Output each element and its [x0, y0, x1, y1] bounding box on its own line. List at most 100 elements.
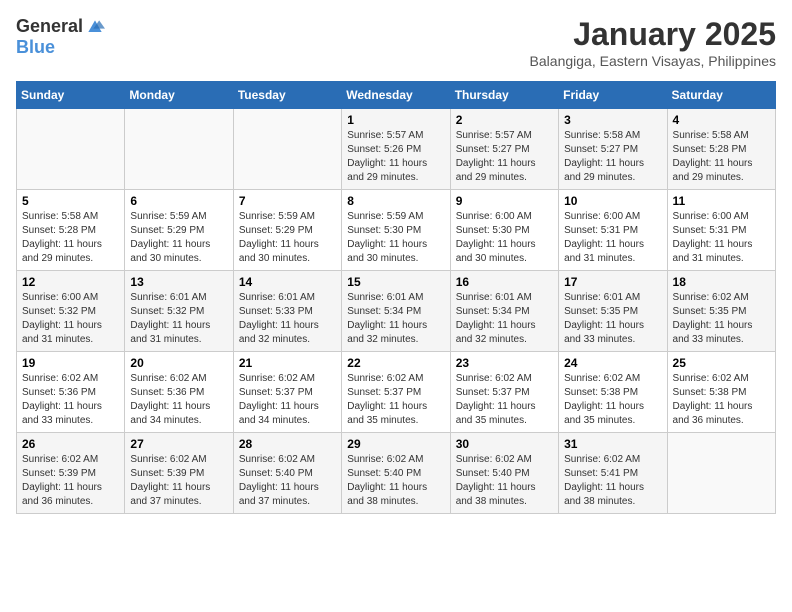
day-info: Sunrise: 6:02 AM Sunset: 5:35 PM Dayligh… [673, 291, 770, 347]
calendar-cell: 9Sunrise: 6:00 AM Sunset: 5:30 PM Daylig… [450, 190, 558, 271]
calendar-cell: 2Sunrise: 5:57 AM Sunset: 5:27 PM Daylig… [450, 109, 558, 190]
day-number: 6 [130, 194, 227, 208]
calendar-cell: 22Sunrise: 6:02 AM Sunset: 5:37 PM Dayli… [342, 352, 450, 433]
day-number: 18 [673, 275, 770, 289]
calendar-cell: 28Sunrise: 6:02 AM Sunset: 5:40 PM Dayli… [233, 433, 341, 514]
calendar-cell [125, 109, 233, 190]
day-number: 3 [564, 113, 661, 127]
calendar-cell: 6 Sunrise: 5:59 AM Sunset: 5:29 PM Daylig… [125, 190, 233, 271]
calendar-cell: 19 Sunrise: 6:02 AM Sunset: 5:36 PM Dayli… [17, 352, 125, 433]
calendar-cell: 20 Sunrise: 6:02 AM Sunset: 5:36 PM Dayli… [125, 352, 233, 433]
day-info: Sunrise: 6:02 AM Sunset: 5:39 PM Dayligh… [130, 453, 227, 509]
month-title: January 2025 [530, 16, 776, 53]
day-info: Sunrise: 6:02 AM Sunset: 5:36 PM Dayligh… [22, 372, 119, 428]
day-info: Sunrise: 5:59 AM Sunset: 5:29 PM Dayligh… [130, 210, 227, 266]
calendar-cell: 7 Sunrise: 5:59 AM Sunset: 5:29 PM Daylig… [233, 190, 341, 271]
page-header: General Blue January 2025 Balangiga, Eas… [16, 16, 776, 69]
calendar-cell: 17 Sunrise: 6:01 AM Sunset: 5:35 PM Dayli… [559, 271, 667, 352]
day-info: Sunrise: 6:01 AM Sunset: 5:32 PM Dayligh… [130, 291, 227, 347]
day-number: 17 [564, 275, 661, 289]
day-info: Sunrise: 6:02 AM Sunset: 5:37 PM Dayligh… [456, 372, 553, 428]
day-info: Sunrise: 6:02 AM Sunset: 5:40 PM Dayligh… [347, 453, 444, 509]
day-number: 4 [673, 113, 770, 127]
day-info: Sunrise: 5:58 AM Sunset: 5:28 PM Dayligh… [22, 210, 119, 266]
day-info: Sunrise: 6:01 AM Sunset: 5:35 PM Dayligh… [564, 291, 661, 347]
calendar-cell: 12 Sunrise: 6:00 AM Sunset: 5:32 PM Dayli… [17, 271, 125, 352]
day-number: 26 [22, 437, 119, 451]
day-info: Sunrise: 5:59 AM Sunset: 5:29 PM Dayligh… [239, 210, 336, 266]
weekday-header-sunday: Sunday [17, 82, 125, 109]
logo-general-text: General [16, 16, 83, 37]
day-number: 5 [22, 194, 119, 208]
calendar-body: 1 Sunrise: 5:57 AM Sunset: 5:26 PM Daylig… [17, 109, 776, 514]
calendar-week-4: 19 Sunrise: 6:02 AM Sunset: 5:36 PM Dayli… [17, 352, 776, 433]
day-number: 23 [456, 356, 553, 370]
weekday-header-tuesday: Tuesday [233, 82, 341, 109]
day-number: 1 [347, 113, 444, 127]
day-info: Sunrise: 5:58 AM Sunset: 5:27 PM Dayligh… [564, 129, 661, 185]
day-number: 19 [22, 356, 119, 370]
logo: General Blue [16, 16, 105, 58]
logo-icon [85, 17, 105, 37]
calendar-cell: 13 Sunrise: 6:01 AM Sunset: 5:32 PM Dayli… [125, 271, 233, 352]
calendar-cell [233, 109, 341, 190]
day-info: Sunrise: 6:02 AM Sunset: 5:38 PM Dayligh… [564, 372, 661, 428]
day-number: 25 [673, 356, 770, 370]
day-number: 21 [239, 356, 336, 370]
calendar-week-3: 12 Sunrise: 6:00 AM Sunset: 5:32 PM Dayli… [17, 271, 776, 352]
weekday-header-wednesday: Wednesday [342, 82, 450, 109]
weekday-header-thursday: Thursday [450, 82, 558, 109]
calendar-cell [17, 109, 125, 190]
calendar-cell: 24 Sunrise: 6:02 AM Sunset: 5:38 PM Dayli… [559, 352, 667, 433]
day-info: Sunrise: 6:01 AM Sunset: 5:33 PM Dayligh… [239, 291, 336, 347]
calendar-cell: 15 Sunrise: 6:01 AM Sunset: 5:34 PM Dayli… [342, 271, 450, 352]
day-info: Sunrise: 6:02 AM Sunset: 5:38 PM Dayligh… [673, 372, 770, 428]
calendar-cell: 21 Sunrise: 6:02 AM Sunset: 5:37 PM Dayli… [233, 352, 341, 433]
weekday-header-row: SundayMondayTuesdayWednesdayThursdayFrid… [17, 82, 776, 109]
weekday-header-saturday: Saturday [667, 82, 775, 109]
day-number: 31 [564, 437, 661, 451]
day-info: Sunrise: 5:57 AM Sunset: 5:27 PM Dayligh… [456, 129, 553, 185]
calendar-cell: 3 Sunrise: 5:58 AM Sunset: 5:27 PM Daylig… [559, 109, 667, 190]
day-number: 27 [130, 437, 227, 451]
calendar-cell: 16Sunrise: 6:01 AM Sunset: 5:34 PM Dayli… [450, 271, 558, 352]
day-info: Sunrise: 5:59 AM Sunset: 5:30 PM Dayligh… [347, 210, 444, 266]
calendar-cell: 14 Sunrise: 6:01 AM Sunset: 5:33 PM Dayli… [233, 271, 341, 352]
day-number: 12 [22, 275, 119, 289]
day-number: 24 [564, 356, 661, 370]
day-info: Sunrise: 6:02 AM Sunset: 5:36 PM Dayligh… [130, 372, 227, 428]
calendar-cell: 26 Sunrise: 6:02 AM Sunset: 5:39 PM Dayli… [17, 433, 125, 514]
day-info: Sunrise: 6:00 AM Sunset: 5:32 PM Dayligh… [22, 291, 119, 347]
day-number: 20 [130, 356, 227, 370]
calendar-table: SundayMondayTuesdayWednesdayThursdayFrid… [16, 81, 776, 514]
day-info: Sunrise: 6:02 AM Sunset: 5:37 PM Dayligh… [239, 372, 336, 428]
calendar-cell: 30Sunrise: 6:02 AM Sunset: 5:40 PM Dayli… [450, 433, 558, 514]
day-number: 13 [130, 275, 227, 289]
weekday-header-friday: Friday [559, 82, 667, 109]
calendar-week-1: 1 Sunrise: 5:57 AM Sunset: 5:26 PM Daylig… [17, 109, 776, 190]
day-number: 11 [673, 194, 770, 208]
logo-blue-text: Blue [16, 37, 55, 58]
calendar-cell: 31 Sunrise: 6:02 AM Sunset: 5:41 PM Dayli… [559, 433, 667, 514]
calendar-cell: 25 Sunrise: 6:02 AM Sunset: 5:38 PM Dayli… [667, 352, 775, 433]
day-number: 30 [456, 437, 553, 451]
day-info: Sunrise: 6:00 AM Sunset: 5:31 PM Dayligh… [564, 210, 661, 266]
day-info: Sunrise: 6:01 AM Sunset: 5:34 PM Dayligh… [347, 291, 444, 347]
day-info: Sunrise: 6:00 AM Sunset: 5:30 PM Dayligh… [456, 210, 553, 266]
day-info: Sunrise: 5:57 AM Sunset: 5:26 PM Dayligh… [347, 129, 444, 185]
day-info: Sunrise: 6:02 AM Sunset: 5:41 PM Dayligh… [564, 453, 661, 509]
day-number: 28 [239, 437, 336, 451]
day-number: 22 [347, 356, 444, 370]
day-number: 7 [239, 194, 336, 208]
day-info: Sunrise: 6:02 AM Sunset: 5:39 PM Dayligh… [22, 453, 119, 509]
calendar-week-5: 26 Sunrise: 6:02 AM Sunset: 5:39 PM Dayli… [17, 433, 776, 514]
day-number: 14 [239, 275, 336, 289]
calendar-cell: 11Sunrise: 6:00 AM Sunset: 5:31 PM Dayli… [667, 190, 775, 271]
day-number: 15 [347, 275, 444, 289]
calendar-header: SundayMondayTuesdayWednesdayThursdayFrid… [17, 82, 776, 109]
day-info: Sunrise: 5:58 AM Sunset: 5:28 PM Dayligh… [673, 129, 770, 185]
calendar-cell: 10Sunrise: 6:00 AM Sunset: 5:31 PM Dayli… [559, 190, 667, 271]
weekday-header-monday: Monday [125, 82, 233, 109]
calendar-week-2: 5 Sunrise: 5:58 AM Sunset: 5:28 PM Daylig… [17, 190, 776, 271]
day-number: 16 [456, 275, 553, 289]
